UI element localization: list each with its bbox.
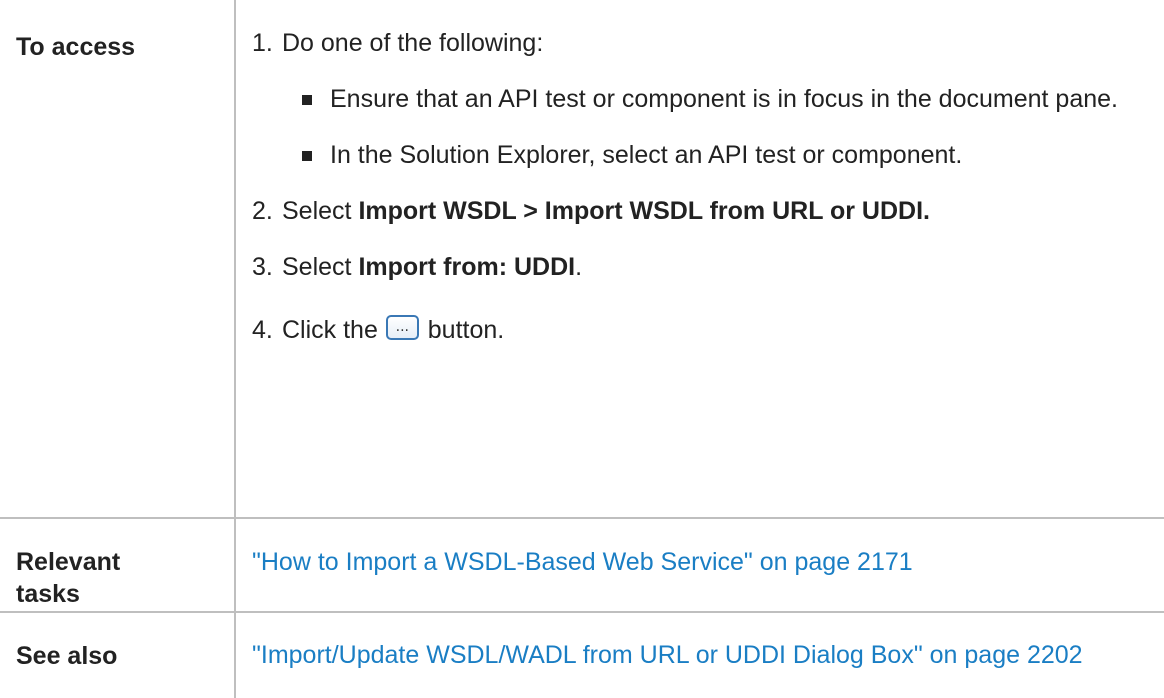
- see-also-link[interactable]: "Import/Update WSDL/WADL from URL or UDD…: [236, 613, 1164, 671]
- step-text: Do one of the following:: [282, 29, 544, 57]
- label-cell: Relevant tasks: [0, 517, 236, 613]
- relevant-task-link[interactable]: "How to Import a WSDL-Based Web Service"…: [236, 519, 1164, 578]
- step-number: 2.: [252, 197, 273, 225]
- step-suffix: button.: [420, 316, 505, 344]
- info-table: To access 1. Do one of the following: En…: [0, 0, 1164, 698]
- step-suffix: .: [575, 253, 583, 281]
- substeps-list: Ensure that an API test or component is …: [282, 83, 1164, 171]
- row-relevant-tasks: Relevant tasks "How to Import a WSDL-Bas…: [0, 517, 1164, 613]
- step-2: 2. Select Import WSDL > Import WSDL from…: [252, 195, 1164, 227]
- row-to-access: To access 1. Do one of the following: En…: [0, 0, 1164, 519]
- step-number: 4.: [252, 316, 273, 344]
- step-bold-text: Import from: UDDI: [358, 253, 576, 281]
- ellipsis-glyph: ...: [395, 319, 409, 335]
- step-number: 3.: [252, 253, 273, 281]
- step-bold-text: Import WSDL > Import WSDL from URL or UD…: [358, 197, 930, 225]
- step-prefix: Select: [282, 197, 359, 225]
- content-cell: 1. Do one of the following: Ensure that …: [234, 0, 1164, 519]
- content-cell: "Import/Update WSDL/WADL from URL or UDD…: [234, 611, 1164, 698]
- label-cell: To access: [0, 0, 236, 519]
- substep-text: In the Solution Explorer, select an API …: [330, 141, 963, 169]
- substep-item: Ensure that an API test or component is …: [282, 83, 1164, 115]
- step-prefix: Click the: [282, 316, 385, 344]
- step-3: 3. Select Import from: UDDI.: [252, 251, 1164, 283]
- row-see-also: See also "Import/Update WSDL/WADL from U…: [0, 611, 1164, 698]
- step-1: 1. Do one of the following: Ensure that …: [252, 27, 1164, 171]
- step-4: 4. Click the ... button.: [252, 314, 1164, 346]
- row-label-to-access: To access: [16, 33, 136, 61]
- substep-item: In the Solution Explorer, select an API …: [282, 139, 1164, 171]
- substep-text: Ensure that an API test or component is …: [330, 85, 1118, 113]
- step-number: 1.: [252, 29, 273, 57]
- label-cell: See also: [0, 611, 236, 698]
- steps-list: 1. Do one of the following: Ensure that …: [236, 0, 1164, 362]
- content-cell: "How to Import a WSDL-Based Web Service"…: [234, 517, 1164, 613]
- row-label-see-also: See also: [16, 642, 118, 670]
- ellipsis-button-icon: ...: [385, 315, 419, 340]
- square-bullet-icon: [302, 151, 312, 161]
- step-prefix: Select: [282, 253, 359, 281]
- row-label-relevant-tasks: Relevant tasks: [16, 548, 121, 608]
- square-bullet-icon: [302, 95, 312, 105]
